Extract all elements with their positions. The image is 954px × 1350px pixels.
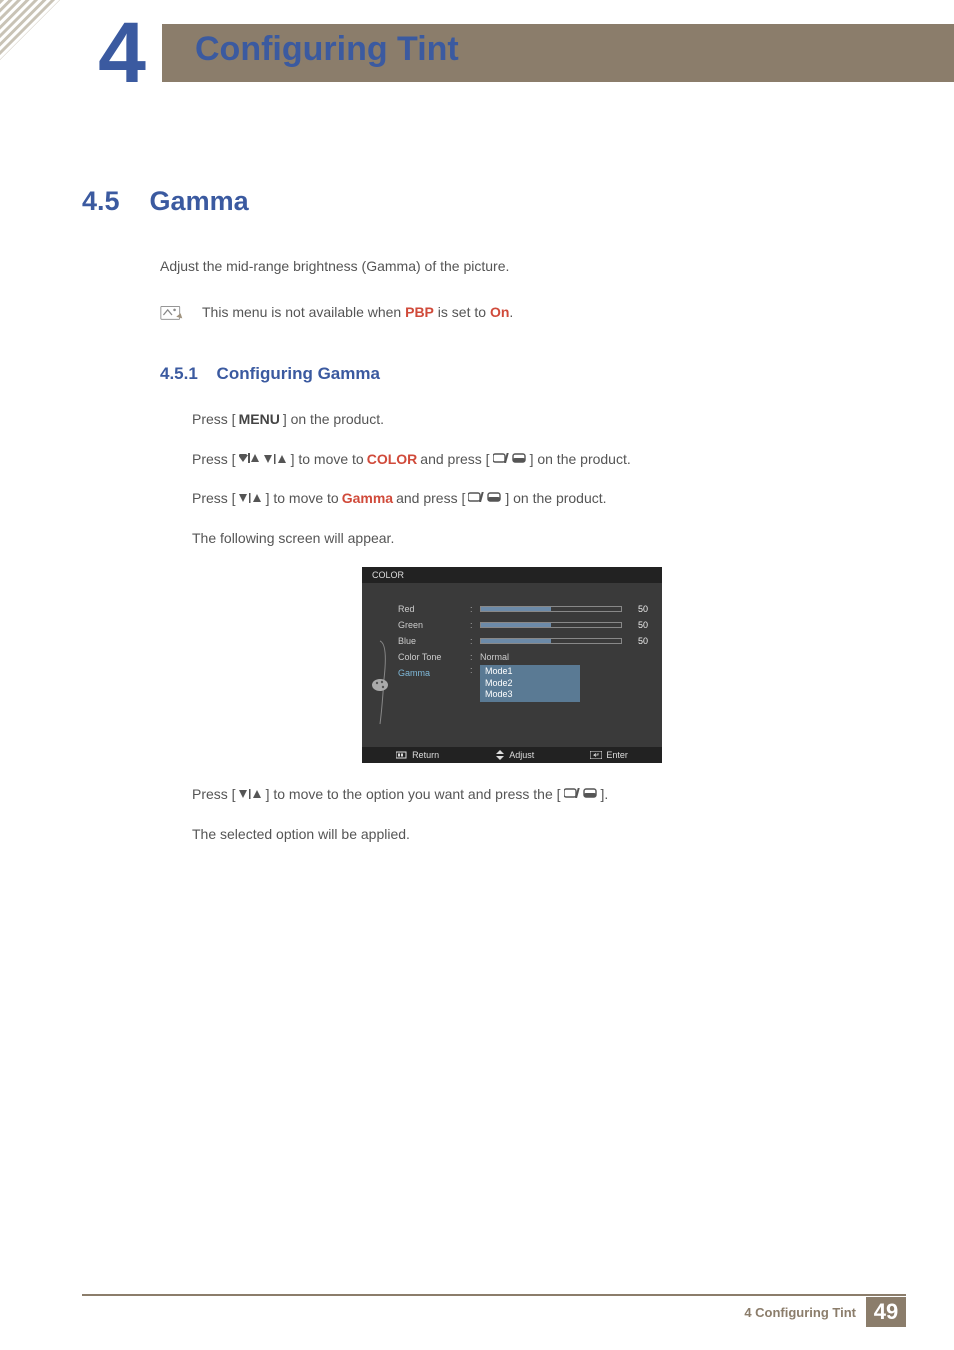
- down-up-arrows-icon: [264, 448, 288, 472]
- step-text: Press [: [192, 408, 236, 432]
- section-number: 4.5: [82, 186, 120, 217]
- osd-foot-adjust-label: Adjust: [509, 750, 534, 760]
- osd-label-blue: Blue: [398, 633, 470, 649]
- step-gamma: Gamma: [342, 487, 393, 511]
- chapter-title: Configuring Tint: [195, 30, 459, 69]
- palette-icon: [370, 639, 390, 729]
- step-6: The selected option will be applied.: [192, 823, 884, 847]
- page-number: 49: [866, 1297, 906, 1327]
- osd-slider-blue[interactable]: [480, 638, 622, 644]
- osd-mode-option[interactable]: Mode3: [485, 689, 575, 701]
- note-text: This menu is not available when PBP is s…: [202, 301, 513, 323]
- osd-value-green: 50: [628, 620, 648, 630]
- osd-gamma-dropdown[interactable]: Mode1 Mode2 Mode3: [480, 665, 580, 702]
- note-mid: is set to: [434, 304, 490, 320]
- chapter-number: 4: [98, 15, 146, 92]
- osd-slider-red[interactable]: [480, 606, 622, 612]
- down-up-arrows-icon: [239, 448, 261, 472]
- enter-icon: [590, 751, 602, 759]
- step-text: Press [: [192, 783, 236, 807]
- osd-foot-return-label: Return: [412, 750, 439, 760]
- step-text: Press [: [192, 448, 236, 472]
- note-icon: [160, 303, 184, 321]
- step-text: ] on the product.: [505, 487, 606, 511]
- note-pbp: PBP: [405, 304, 434, 320]
- section-title: Gamma: [150, 186, 249, 217]
- adjust-icon: [495, 750, 505, 760]
- osd-mode-option[interactable]: Mode1: [485, 666, 575, 678]
- step-text: Press [: [192, 487, 236, 511]
- step-text: and press [: [420, 448, 489, 472]
- step-text: ] to move to: [291, 448, 364, 472]
- osd-row-colortone: : Normal: [470, 649, 648, 665]
- step-text: ] on the product.: [530, 448, 631, 472]
- menu-label: MENU: [239, 408, 280, 432]
- section-intro: Adjust the mid-range brightness (Gamma) …: [160, 255, 884, 277]
- osd-foot-enter[interactable]: Enter: [590, 750, 628, 760]
- step-4: The following screen will appear.: [192, 527, 884, 551]
- osd-label-colortone: Color Tone: [398, 649, 470, 665]
- source-enter-icon: [564, 783, 598, 807]
- osd-row-blue: : 50: [470, 633, 648, 649]
- step-3: Press [ ] to move to Gamma and press [ ]…: [192, 487, 884, 511]
- step-text: ] on the product.: [283, 408, 384, 432]
- subsection-title: Configuring Gamma: [217, 364, 380, 383]
- osd-value-blue: 50: [628, 636, 648, 646]
- osd-footer: Return Adjust Enter: [362, 747, 662, 763]
- note-on: On: [490, 304, 509, 320]
- source-enter-icon: [468, 487, 502, 511]
- osd-value-red: 50: [628, 604, 648, 614]
- osd-labels: Red Green Blue Color Tone Gamma: [398, 595, 470, 735]
- osd-label-gamma: Gamma: [398, 665, 470, 681]
- osd-row-green: : 50: [470, 617, 648, 633]
- step-text: ].: [601, 783, 609, 807]
- osd-row-red: : 50: [470, 601, 648, 617]
- note-prefix: This menu is not available when: [202, 304, 405, 320]
- osd-menu: COLOR Red Green Blue Color Tone Gamma: [362, 567, 662, 763]
- osd-slider-green[interactable]: [480, 622, 622, 628]
- down-up-arrows-icon: [239, 487, 263, 511]
- source-enter-icon: [493, 448, 527, 472]
- section-heading: 4.5 Gamma: [82, 186, 884, 217]
- step-2: Press [ ] to move to COLOR and press [ ]…: [192, 448, 884, 472]
- osd-mode-option[interactable]: Mode2: [485, 678, 575, 690]
- osd-foot-enter-label: Enter: [606, 750, 628, 760]
- step-1: Press [MENU] on the product.: [192, 408, 884, 432]
- osd-icon-rail: [362, 595, 398, 735]
- osd-foot-return[interactable]: Return: [396, 750, 439, 760]
- corner-hatch: [0, 0, 60, 60]
- footer-text: 4 Configuring Tint: [744, 1305, 856, 1320]
- osd-value-colortone: Normal: [480, 652, 509, 662]
- step-color: COLOR: [367, 448, 418, 472]
- osd-label-red: Red: [398, 601, 470, 617]
- footer: 4 Configuring Tint 49: [82, 1294, 906, 1324]
- step-text: ] to move to: [266, 487, 339, 511]
- note: This menu is not available when PBP is s…: [160, 301, 884, 323]
- osd-title: COLOR: [362, 567, 662, 583]
- step-text: and press [: [396, 487, 465, 511]
- chapter-badge: 4: [82, 14, 162, 94]
- return-icon: [396, 751, 408, 759]
- down-up-arrows-icon: [239, 783, 263, 807]
- osd-label-green: Green: [398, 617, 470, 633]
- subsection-heading: 4.5.1 Configuring Gamma: [160, 364, 884, 384]
- osd-values: : 50 : 50 : 50 : Normal: [470, 595, 662, 735]
- subsection-number: 4.5.1: [160, 364, 198, 383]
- osd-foot-adjust[interactable]: Adjust: [495, 750, 534, 760]
- osd-row-gamma: : Mode1 Mode2 Mode3: [470, 665, 648, 702]
- note-suffix: .: [509, 304, 513, 320]
- step-text: ] to move to the option you want and pre…: [266, 783, 561, 807]
- step-5: Press [ ] to move to the option you want…: [192, 783, 884, 807]
